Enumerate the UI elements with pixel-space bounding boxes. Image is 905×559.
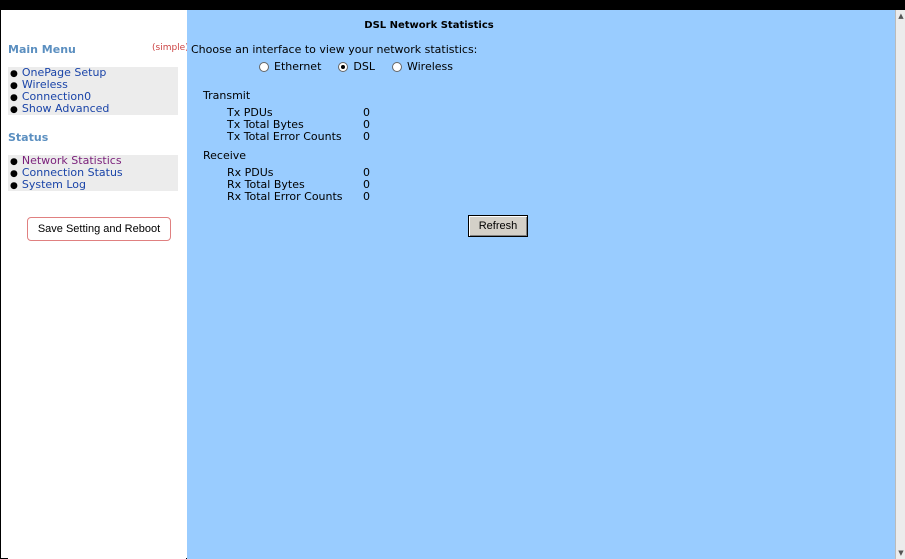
stat-value: 0 <box>363 166 370 179</box>
interface-radio-group: Ethernet DSL Wireless <box>259 60 470 73</box>
stat-value: 0 <box>363 178 370 191</box>
main-content: DSL Network Statistics Choose an interfa… <box>187 10 895 559</box>
main-menu-title: Main Menu <box>8 43 76 56</box>
stat-label: Rx Total Bytes <box>227 178 305 191</box>
stat-value: 0 <box>363 130 370 143</box>
transmit-heading: Transmit <box>203 89 251 102</box>
simple-mode-link[interactable]: (simple) <box>152 43 189 53</box>
radio-wireless[interactable] <box>391 61 402 72</box>
vertical-scrollbar[interactable]: ▲ ▼ <box>895 10 905 559</box>
stat-row-tx-pdus: Tx PDUs 0 <box>227 107 427 118</box>
sidebar: Main Menu (simple) ● OnePage Setup ● Wirel… <box>8 10 189 559</box>
status-title: Status <box>8 131 49 144</box>
bullet-icon: ● <box>10 81 18 91</box>
bullet-icon: ● <box>10 93 18 103</box>
bullet-icon: ● <box>10 157 18 167</box>
radio-ethernet[interactable] <box>259 61 269 72</box>
scroll-down-arrow-icon[interactable]: ▼ <box>897 549 905 557</box>
stat-row-rx-total-error-counts: Rx Total Error Counts 0 <box>227 191 427 202</box>
interface-option-wireless[interactable]: Wireless <box>391 60 454 73</box>
stat-value: 0 <box>363 190 370 203</box>
refresh-button[interactable]: Refresh <box>468 215 528 237</box>
stat-row-tx-total-error-counts: Tx Total Error Counts 0 <box>227 131 427 142</box>
stat-value: 0 <box>363 106 370 119</box>
choose-interface-prompt: Choose an interface to view your network… <box>191 43 478 56</box>
stat-label: Tx PDUs <box>227 106 273 119</box>
sidebar-item-label: System Log <box>21 178 87 191</box>
receive-heading: Receive <box>203 149 247 162</box>
bullet-icon: ● <box>10 181 18 191</box>
interface-option-ethernet[interactable]: Ethernet <box>259 60 321 73</box>
bullet-icon: ● <box>10 105 18 115</box>
main-menu-list: ● OnePage Setup ● Wireless ● Connection0 ● S… <box>8 67 178 115</box>
page-title: DSL Network Statistics <box>364 20 494 31</box>
radio-label: DSL <box>353 60 375 73</box>
sidebar-item-show-advanced[interactable]: ● Show Advanced <box>8 102 178 116</box>
sidebar-item-system-log[interactable]: ● System Log <box>8 178 178 192</box>
stat-label: Rx PDUs <box>227 166 274 179</box>
stat-row-rx-pdus: Rx PDUs 0 <box>227 167 427 178</box>
scroll-up-arrow-icon[interactable]: ▲ <box>897 12 905 20</box>
sidebar-item-label: Show Advanced <box>21 102 110 115</box>
radio-label: Ethernet <box>274 60 322 73</box>
radio-label: Wireless <box>406 60 454 73</box>
save-setting-and-reboot-button[interactable]: Save Setting and Reboot <box>27 217 171 241</box>
stat-row-rx-total-bytes: Rx Total Bytes 0 <box>227 179 427 190</box>
stat-label: Tx Total Error Counts <box>227 130 342 143</box>
stat-label: Rx Total Error Counts <box>227 190 343 203</box>
bullet-icon: ● <box>10 169 18 179</box>
bullet-icon: ● <box>10 69 18 79</box>
radio-dsl[interactable] <box>338 61 349 72</box>
stat-value: 0 <box>363 118 370 131</box>
stat-row-tx-total-bytes: Tx Total Bytes 0 <box>227 119 427 130</box>
stat-label: Tx Total Bytes <box>227 118 304 131</box>
interface-option-dsl[interactable]: DSL <box>338 60 375 73</box>
status-menu-list: ● Network Statistics ● Connection Status ●… <box>8 155 178 191</box>
